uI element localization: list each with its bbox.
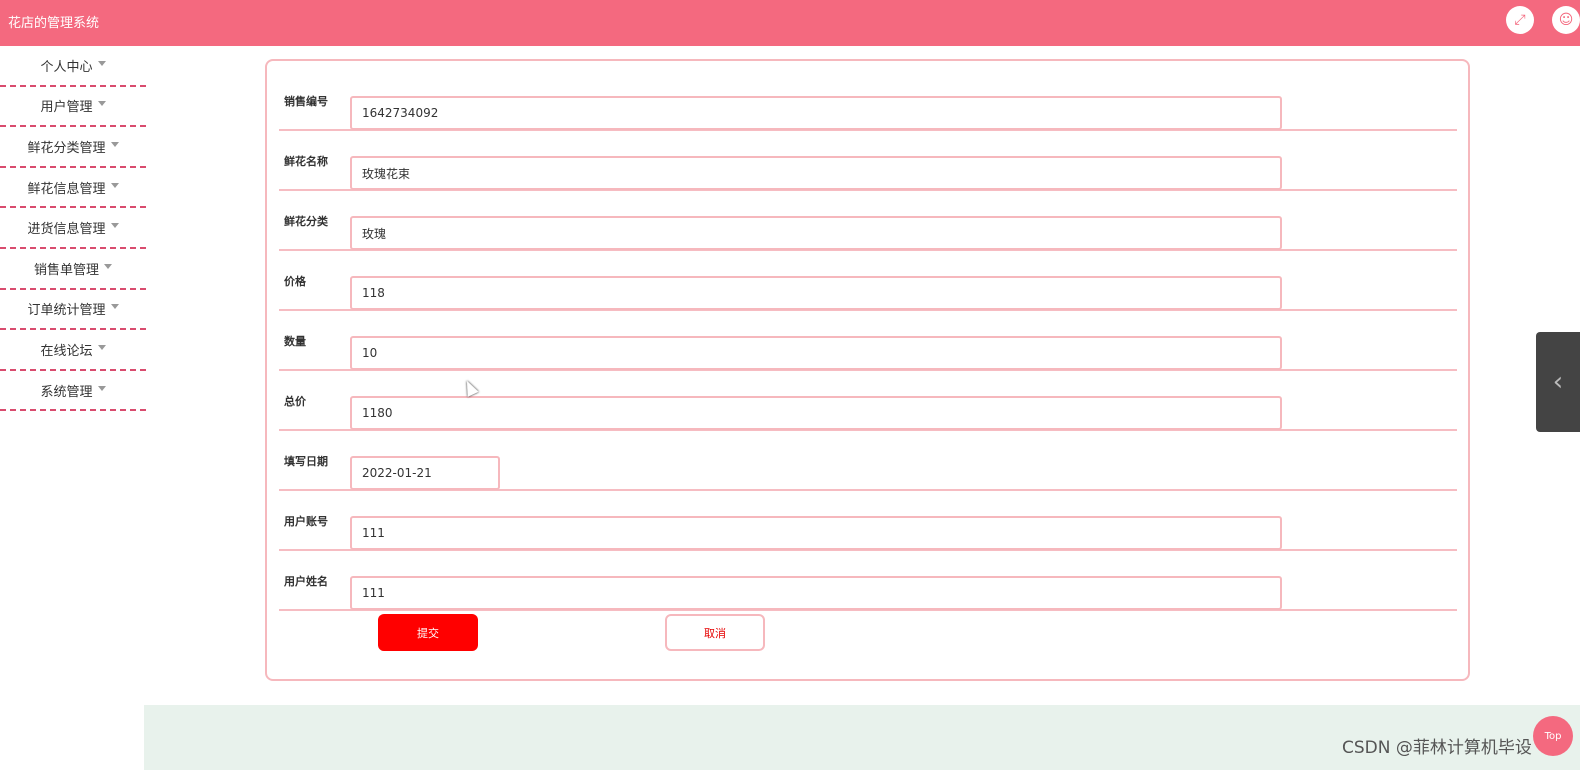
sidebar-item-personal-center[interactable]: 个人中心 (0, 46, 146, 87)
flower-name-input[interactable] (350, 156, 1282, 190)
sidebar-item-label: 系统管理 (40, 384, 93, 400)
caret-down-icon (110, 182, 119, 188)
form-row-user-account: 用户账号 (279, 491, 1457, 551)
watermark: CSDN @菲林计算机毕设 (1342, 738, 1532, 758)
sidebar-item-user-management[interactable]: 用户管理 (0, 87, 146, 128)
fill-date-input[interactable] (350, 456, 500, 490)
sidebar-item-label: 鲜花信息管理 (27, 181, 106, 197)
side-panel-toggle[interactable]: ‹ (1536, 332, 1580, 432)
sidebar-item-flower-info-management[interactable]: 鲜花信息管理 (0, 168, 146, 209)
submit-button[interactable]: 提交 (378, 614, 478, 651)
fill-date-label: 填写日期 (284, 454, 328, 468)
sidebar-item-label: 用户管理 (40, 100, 93, 116)
form-row-price: 价格 (279, 251, 1457, 311)
price-input[interactable] (350, 276, 1282, 310)
sidebar-item-flower-category-management[interactable]: 鲜花分类管理 (0, 127, 146, 168)
user-avatar-icon[interactable]: ☺ (1552, 6, 1580, 34)
form-row-fill-date: 填写日期 (279, 431, 1457, 491)
price-label: 价格 (284, 274, 306, 288)
caret-down-icon (97, 385, 106, 391)
caret-down-icon (97, 344, 106, 350)
sidebar-menu: 个人中心 用户管理 鲜花分类管理 鲜花信息管理 进货信息管理 销售单管理 订单统… (0, 46, 146, 412)
sidebar-item-label: 在线论坛 (40, 343, 93, 359)
top-bar: 花店的管理系统 ⤢ ☺ (0, 0, 1580, 46)
caret-down-icon (97, 101, 106, 107)
sales-number-label: 销售编号 (284, 94, 328, 108)
quantity-input[interactable] (350, 336, 1282, 370)
caret-down-icon (110, 141, 119, 147)
sidebar-item-order-statistics-management[interactable]: 订单统计管理 (0, 290, 146, 331)
form-row-sales-number: 销售编号 (279, 71, 1457, 131)
user-name-input[interactable] (350, 576, 1282, 610)
sidebar-item-label: 鲜花分类管理 (27, 140, 106, 156)
form-row-total-price: 总价 (279, 371, 1457, 431)
form-row-quantity: 数量 (279, 311, 1457, 371)
sidebar-item-system-management[interactable]: 系统管理 (0, 371, 146, 412)
sidebar-item-label: 订单统计管理 (27, 303, 106, 319)
sidebar-item-label: 销售单管理 (33, 262, 99, 278)
caret-down-icon (110, 304, 119, 310)
caret-down-icon (110, 223, 119, 229)
flower-category-label: 鲜花分类 (284, 214, 328, 228)
total-price-input[interactable] (350, 396, 1282, 430)
fullscreen-icon[interactable]: ⤢ (1506, 6, 1534, 34)
back-to-top-label: Top (1544, 730, 1562, 742)
user-account-label: 用户账号 (284, 514, 328, 528)
caret-down-icon (104, 263, 112, 269)
caret-down-icon (97, 60, 106, 66)
sidebar-item-label: 个人中心 (40, 59, 93, 75)
sales-number-input[interactable] (350, 96, 1282, 130)
back-to-top-button[interactable]: Top (1533, 716, 1573, 756)
chevron-left-icon: ‹ (1552, 367, 1564, 397)
cancel-button[interactable]: 取消 (665, 614, 765, 651)
quantity-label: 数量 (284, 334, 306, 348)
sidebar-item-purchase-info-management[interactable]: 进货信息管理 (0, 208, 146, 249)
form-row-flower-name: 鲜花名称 (279, 131, 1457, 191)
form-row-user-name: 用户姓名 (279, 551, 1457, 611)
sidebar-item-label: 进货信息管理 (27, 222, 106, 238)
sidebar-item-sales-order-management[interactable]: 销售单管理 (0, 249, 146, 290)
total-price-label: 总价 (284, 394, 306, 408)
flower-category-input[interactable] (350, 216, 1282, 250)
form-row-flower-category: 鲜花分类 (279, 191, 1457, 251)
sales-order-form: 销售编号 鲜花名称 鲜花分类 价格 数量 总价 填写日期 用户账号 用户姓名 提… (265, 59, 1470, 681)
user-name-label: 用户姓名 (284, 574, 328, 588)
user-account-input[interactable] (350, 516, 1282, 550)
sidebar-item-online-forum[interactable]: 在线论坛 (0, 330, 146, 371)
app-title: 花店的管理系统 (8, 16, 100, 31)
flower-name-label: 鲜花名称 (284, 154, 328, 168)
